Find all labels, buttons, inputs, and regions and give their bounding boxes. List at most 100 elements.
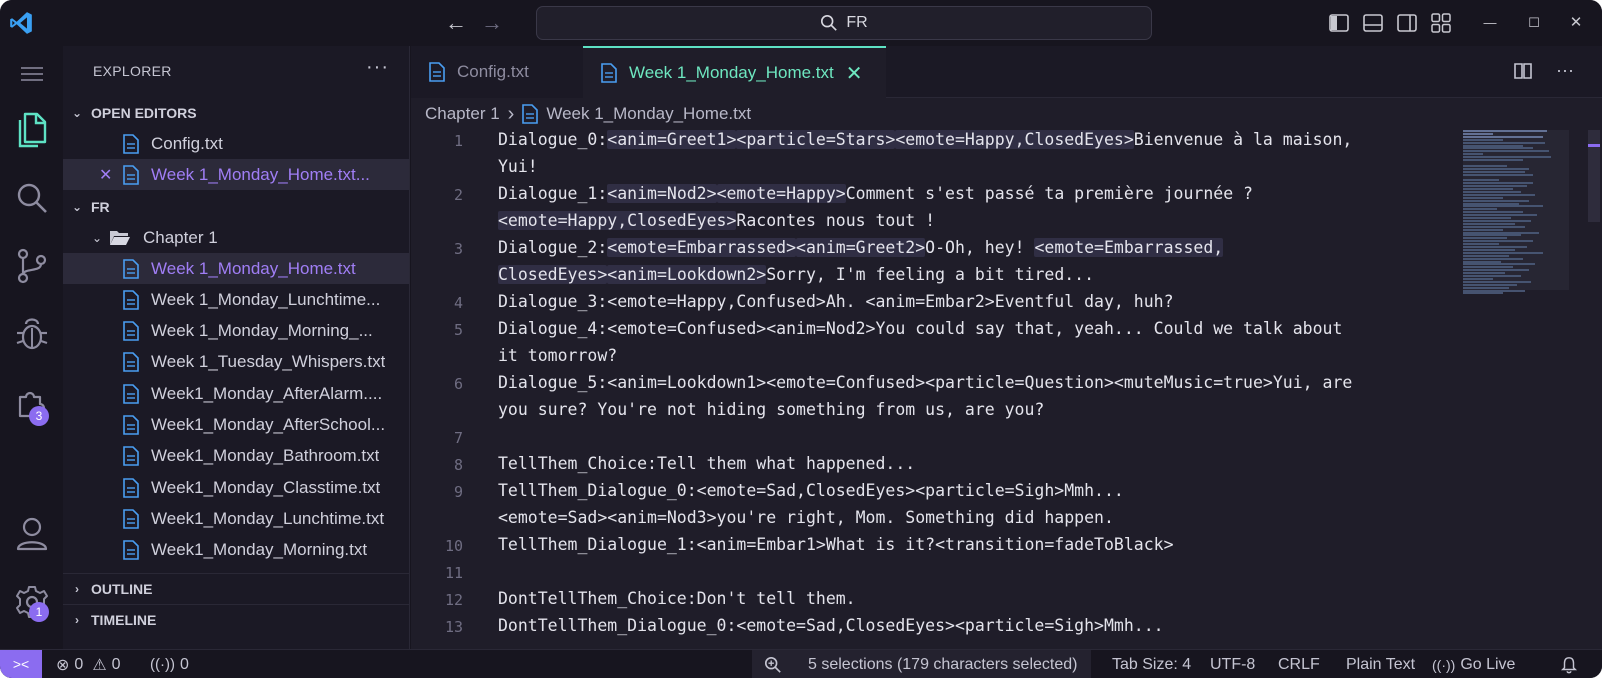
line-number: 5 — [453, 321, 463, 339]
open-editor-item[interactable]: Config.txt — [63, 128, 409, 159]
minimap-line — [1463, 205, 1543, 208]
remote-indicator[interactable]: >< — [0, 650, 42, 678]
minimap-line — [1463, 231, 1539, 234]
search-icon[interactable] — [0, 170, 63, 226]
minimap-line — [1463, 275, 1521, 277]
eol-indicator[interactable]: CRLF — [1278, 650, 1320, 678]
code-text: DontTellThem_Choice:Don't tell them. — [498, 589, 856, 608]
code-line: Dialogue_2:<emote=Embarrassed><anim=Gree… — [498, 238, 1224, 257]
minimap-line — [1463, 217, 1511, 219]
warnings-count: 0 — [111, 655, 121, 673]
close-icon[interactable]: ✕ — [99, 165, 123, 185]
file-icon — [123, 133, 139, 154]
code-text: TellThem_Dialogue_1:<anim=Embar1>What is… — [498, 535, 1174, 554]
file-label: Week1_Monday_Lunchtime.txt — [151, 508, 385, 528]
tab-size-indicator[interactable]: Tab Size: 4 — [1112, 650, 1191, 678]
tab-config[interactable]: Config.txt — [411, 46, 583, 98]
minimap-line — [1463, 153, 1483, 156]
language-indicator[interactable]: Plain Text — [1346, 650, 1415, 678]
file-label: Week 1_Tuesday_Whispers.txt — [151, 352, 386, 372]
code-editor[interactable]: 1 Dialogue_0:<anim=Greet1><particle=Stars… — [411, 130, 1461, 650]
ports-count: 0 — [179, 655, 189, 673]
chevron-down-icon: ⌄ — [91, 230, 103, 245]
go-live-button[interactable]: ((·)) Go Live — [1432, 650, 1515, 678]
problems-indicator[interactable]: ⊗ 0 ⚠ 0 — [56, 650, 121, 678]
editor-actions: ··· — [1512, 60, 1574, 82]
accounts-icon[interactable] — [0, 506, 63, 562]
minimap-line — [1463, 196, 1503, 199]
file-tree-item[interactable]: Week1_Monday_AfterSchool... — [63, 410, 409, 441]
minimap-line — [1463, 188, 1513, 190]
line-number: 10 — [444, 537, 463, 555]
file-tree-item[interactable]: Week 1_Tuesday_Whispers.txt — [63, 347, 409, 378]
minimap[interactable] — [1463, 130, 1551, 300]
open-editor-item-active[interactable]: ✕ Week 1_Monday_Home.txt... — [63, 159, 409, 190]
minimap-line — [1463, 266, 1513, 269]
explorer-icon[interactable] — [0, 102, 63, 158]
minimap-line — [1463, 240, 1533, 243]
minimize-button[interactable]: — — [1470, 8, 1510, 38]
split-editor-icon[interactable] — [1512, 60, 1534, 82]
folder-chapter-1[interactable]: ⌄ Chapter 1 — [63, 222, 409, 253]
maximize-button[interactable]: ☐ — [1514, 8, 1554, 38]
code-line: <emote=Sad><anim=Nod3>you're right, Mom.… — [498, 508, 1114, 527]
line-number: 8 — [453, 456, 463, 474]
close-tab-icon[interactable]: ✕ — [846, 61, 863, 86]
minimap-line — [1463, 272, 1505, 275]
selection-indicator[interactable]: 5 selections (179 characters selected) — [794, 650, 1092, 678]
folder-header[interactable]: ⌄ FR — [63, 192, 409, 222]
broadcast-icon: ((·)) — [1432, 656, 1456, 673]
zoom-indicator[interactable] — [752, 650, 794, 678]
settings-gear-icon[interactable] — [0, 574, 63, 630]
timeline-header[interactable]: › TIMELINE — [63, 604, 409, 634]
minimap-line — [1463, 138, 1503, 141]
open-editor-label: Config.txt — [151, 133, 223, 153]
minimap-line — [1463, 225, 1525, 228]
file-tree-item[interactable]: Week 1_Monday_Home.txt — [63, 253, 409, 284]
breadcrumb-file[interactable]: Week 1_Monday_Home.txt — [546, 104, 751, 124]
more-actions-icon[interactable]: ··· — [1556, 60, 1574, 82]
file-tree-item[interactable]: Week 1_Monday_Morning_... — [63, 316, 409, 347]
menu-icon[interactable] — [0, 46, 63, 102]
file-tree-item[interactable]: Week1_Monday_Morning.txt — [63, 535, 409, 566]
file-tree-item[interactable]: Week1_Monday_Classtime.txt — [63, 472, 409, 503]
minimap-line — [1463, 254, 1509, 257]
toggle-panel-icon[interactable] — [1362, 12, 1384, 34]
line-number: 13 — [444, 618, 463, 636]
back-button[interactable]: ← — [442, 10, 470, 36]
source-control-icon[interactable] — [0, 238, 63, 294]
code-line: TellThem_Dialogue_0:<emote=Sad,ClosedEye… — [498, 481, 1124, 500]
code-text: Dialogue_5:<anim=Lookdown1><emote=Confus… — [498, 373, 1353, 392]
minimap-line — [1463, 214, 1537, 217]
open-editors-header[interactable]: ⌄ OPEN EDITORS — [63, 98, 409, 128]
minimap-line — [1463, 182, 1533, 185]
breadcrumb-folder[interactable]: Chapter 1 — [425, 104, 500, 124]
file-label: Week1_Monday_Bathroom.txt — [151, 446, 380, 466]
code-line: it tomorrow? — [498, 346, 617, 365]
customize-layout-icon[interactable] — [1430, 12, 1452, 34]
code-line: DontTellThem_Dialogue_0:<emote=Sad,Close… — [498, 616, 1164, 635]
forward-button[interactable]: → — [478, 10, 506, 36]
encoding-indicator[interactable]: UTF-8 — [1210, 650, 1255, 678]
sidebar-header: EXPLORER ··· — [63, 46, 409, 92]
notifications-bell-icon[interactable] — [1560, 650, 1578, 678]
code-text: Racontes nous tout ! — [736, 211, 936, 230]
tab-week1-monday-home[interactable]: Week 1_Monday_Home.txt ✕ — [583, 46, 886, 98]
toggle-secondary-sidebar-icon[interactable] — [1396, 12, 1418, 34]
file-tree-item[interactable]: Week 1_Monday_Lunchtime... — [63, 284, 409, 315]
file-tree-item[interactable]: Week1_Monday_Lunchtime.txt — [63, 503, 409, 534]
error-icon: ⊗ — [56, 656, 70, 674]
vscode-logo-icon[interactable] — [8, 10, 34, 36]
minimap-line — [1463, 257, 1523, 260]
more-actions-button[interactable]: ··· — [366, 56, 389, 79]
ports-indicator[interactable]: ((·)) 0 — [150, 650, 189, 678]
outline-header[interactable]: › OUTLINE — [63, 573, 409, 603]
selection-highlight: <emote=Happy,ClosedEyes> — [895, 130, 1134, 149]
run-and-debug-icon[interactable] — [0, 306, 63, 362]
close-window-button[interactable]: ✕ — [1556, 8, 1596, 38]
selection-highlight: <anim=Greet2> — [796, 238, 926, 257]
command-center-search[interactable]: FR — [536, 6, 1152, 40]
file-tree-item[interactable]: Week1_Monday_AfterAlarm.... — [63, 378, 409, 409]
file-tree-item[interactable]: Week1_Monday_Bathroom.txt — [63, 441, 409, 472]
toggle-primary-sidebar-icon[interactable] — [1328, 12, 1350, 34]
